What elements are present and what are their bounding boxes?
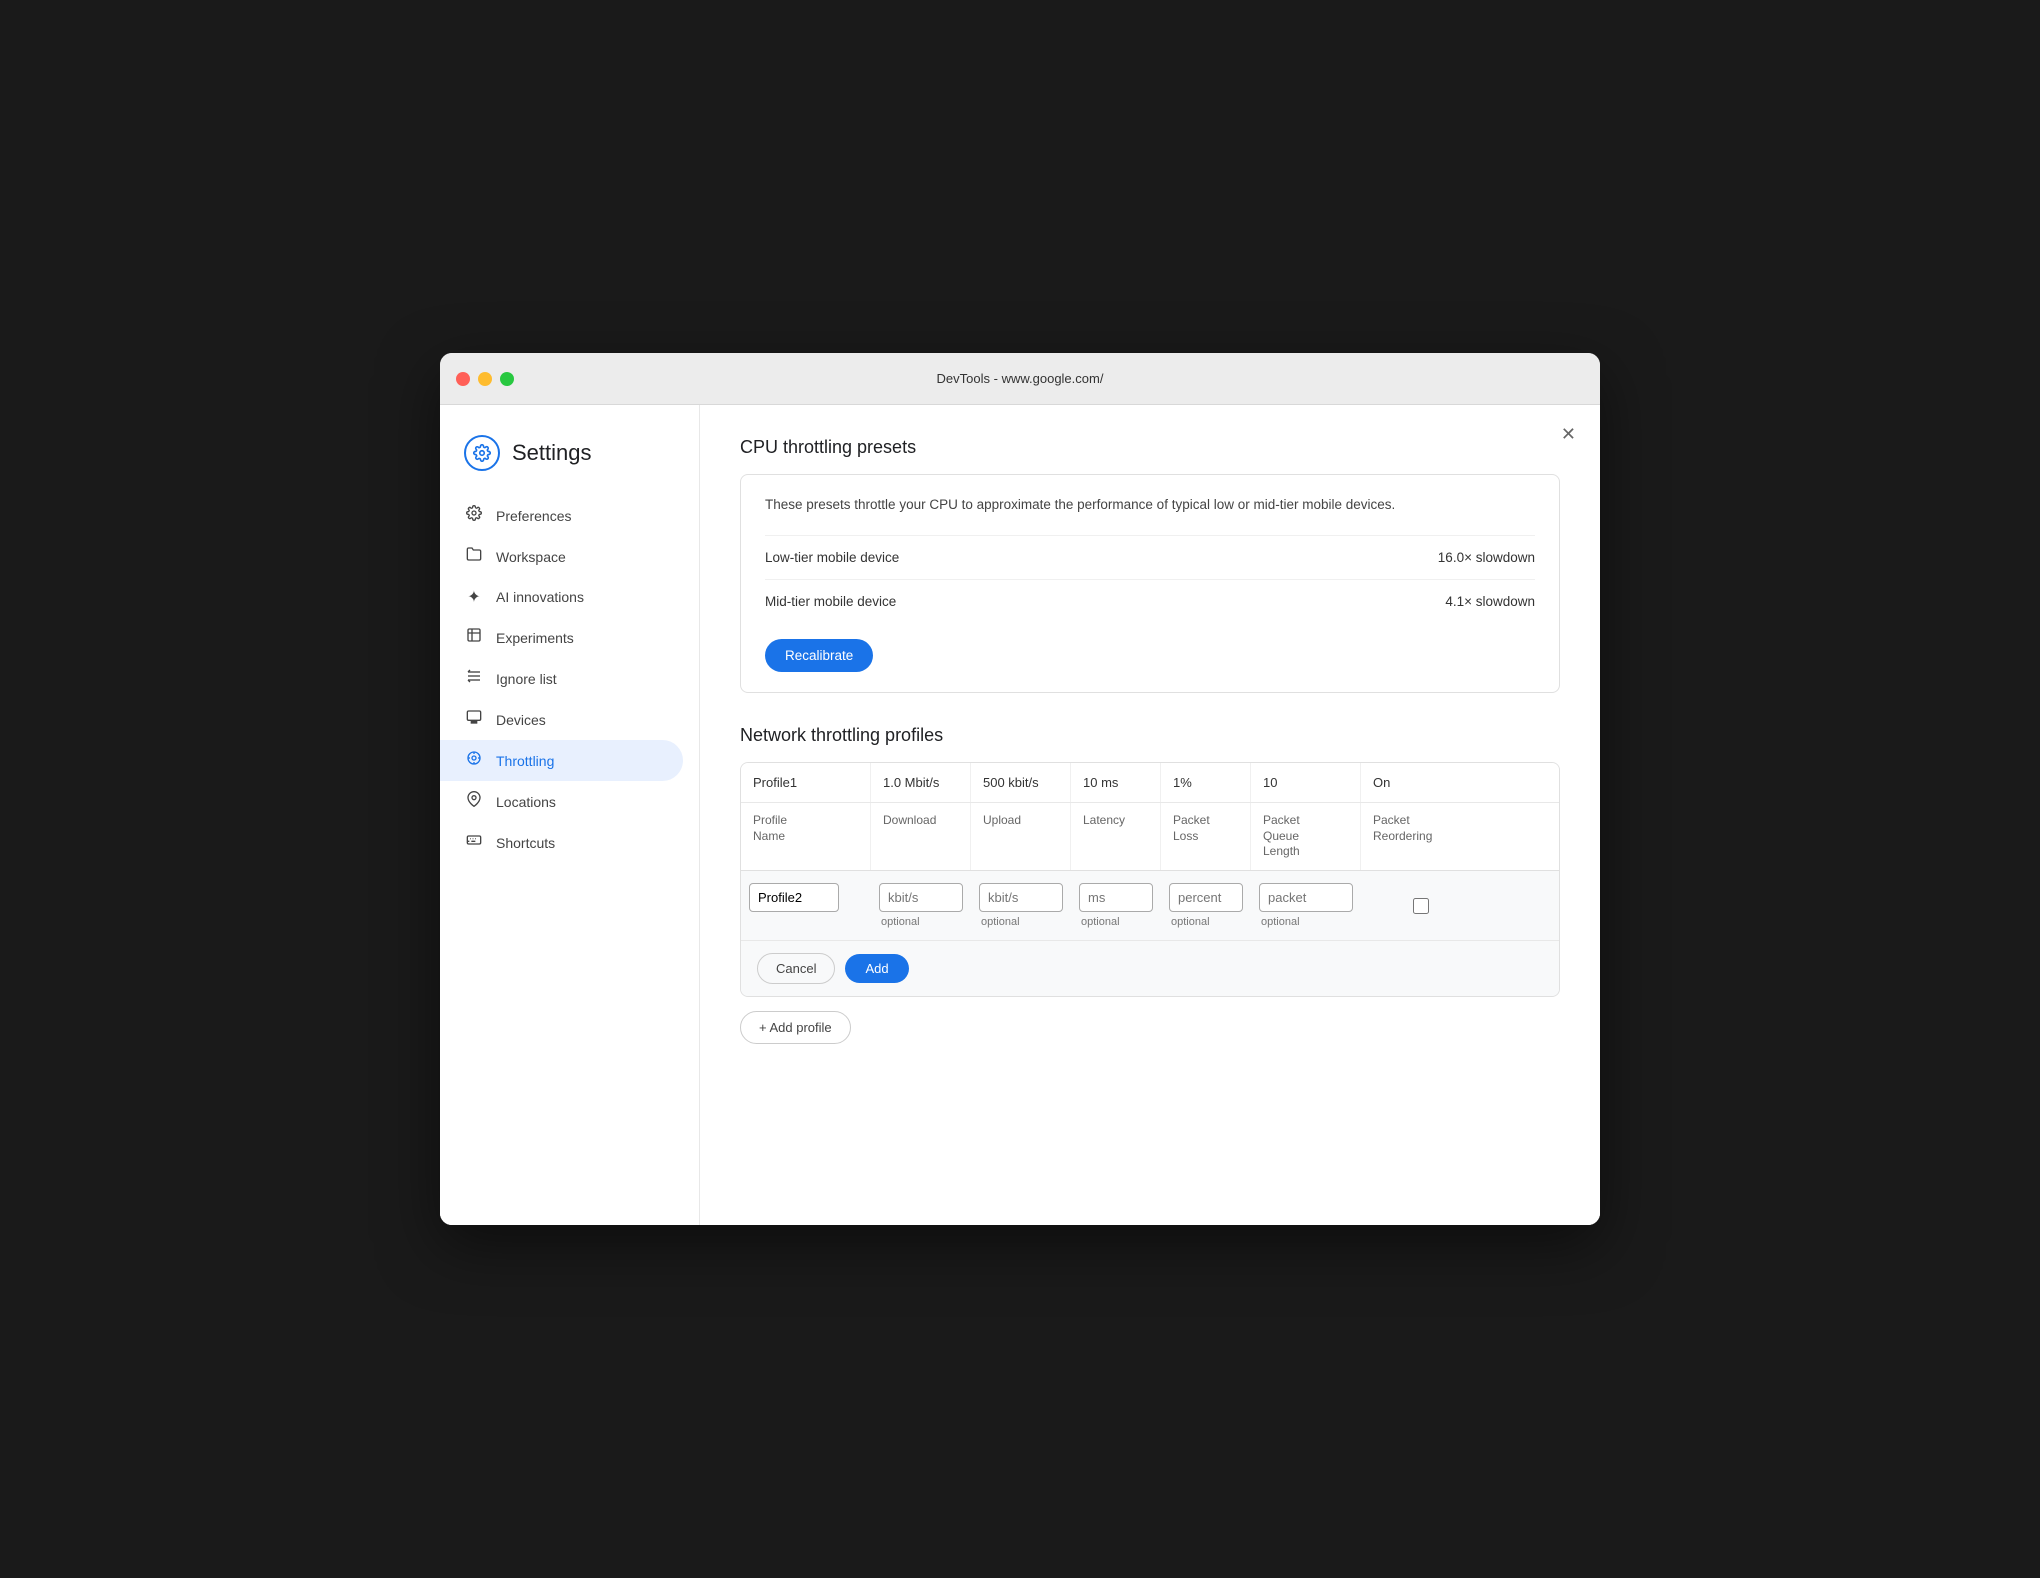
new-download-input[interactable] xyxy=(879,883,963,912)
packet-loss-optional: optional xyxy=(1169,916,1210,928)
action-row: Cancel Add xyxy=(741,941,1559,996)
ai-innovations-icon: ✦ xyxy=(464,587,484,607)
network-section: Network throttling profiles Profile1 1.0… xyxy=(740,725,1560,1044)
new-profile-name-cell xyxy=(741,879,871,932)
profile-header-row: Profile Name Download Upload Latency Pac… xyxy=(741,803,1559,871)
new-upload-input[interactable] xyxy=(979,883,1063,912)
header-packet-loss: Packet Loss xyxy=(1161,803,1251,870)
header-download: Download xyxy=(871,803,971,870)
maximize-traffic-light[interactable] xyxy=(500,372,514,386)
add-profile-button[interactable]: + Add profile xyxy=(740,1011,851,1044)
preferences-icon xyxy=(464,505,484,526)
shortcuts-icon xyxy=(464,832,484,853)
new-packet-queue-cell: optional xyxy=(1251,879,1361,932)
preset-value-low: 16.0× slowdown xyxy=(1438,550,1535,565)
existing-profile-row: Profile1 1.0 Mbit/s 500 kbit/s 10 ms 1% … xyxy=(741,763,1559,803)
devices-icon xyxy=(464,709,484,730)
new-latency-input[interactable] xyxy=(1079,883,1153,912)
sidebar-item-label: Locations xyxy=(496,794,556,810)
locations-icon xyxy=(464,791,484,812)
titlebar: DevTools - www.google.com/ xyxy=(440,353,1600,405)
header-profile-name: Profile Name xyxy=(741,803,871,870)
sidebar-item-throttling[interactable]: Throttling xyxy=(440,740,683,781)
new-latency-cell: optional xyxy=(1071,879,1161,932)
profile-upload-cell: 500 kbit/s xyxy=(971,763,1071,802)
new-packet-reordering-checkbox[interactable] xyxy=(1413,898,1429,914)
sidebar-item-preferences[interactable]: Preferences xyxy=(440,495,683,536)
sidebar-item-label: AI innovations xyxy=(496,589,584,605)
cancel-button[interactable]: Cancel xyxy=(757,953,835,984)
preset-value-mid: 4.1× slowdown xyxy=(1445,594,1535,609)
header-packet-queue: Packet Queue Length xyxy=(1251,803,1361,870)
sidebar-item-experiments[interactable]: Experiments xyxy=(440,617,683,658)
profile-name-cell: Profile1 xyxy=(741,763,871,802)
profile-download-cell: 1.0 Mbit/s xyxy=(871,763,971,802)
header-packet-reordering: Packet Reordering xyxy=(1361,803,1481,870)
sidebar-item-devices[interactable]: Devices xyxy=(440,699,683,740)
sidebar-item-workspace[interactable]: Workspace xyxy=(440,536,683,577)
preset-row-mid: Mid-tier mobile device 4.1× slowdown xyxy=(765,579,1535,623)
throttling-icon xyxy=(464,750,484,771)
recalibrate-button[interactable]: Recalibrate xyxy=(765,639,873,672)
packet-queue-optional: optional xyxy=(1259,916,1300,928)
download-optional: optional xyxy=(879,916,920,928)
window-body: Settings Preferences Workspace xyxy=(440,405,1600,1225)
sidebar-item-label: Throttling xyxy=(496,753,554,769)
sidebar-item-ai-innovations[interactable]: ✦ AI innovations xyxy=(440,577,683,617)
sidebar-title: Settings xyxy=(512,440,592,466)
sidebar: Settings Preferences Workspace xyxy=(440,405,700,1225)
sidebar-item-label: Ignore list xyxy=(496,671,557,687)
new-profile-name-input[interactable] xyxy=(749,883,839,912)
sidebar-item-shortcuts[interactable]: Shortcuts xyxy=(440,822,683,863)
sidebar-item-label: Shortcuts xyxy=(496,835,555,851)
experiments-icon xyxy=(464,627,484,648)
cpu-presets-description: These presets throttle your CPU to appro… xyxy=(765,495,1535,515)
network-section-title: Network throttling profiles xyxy=(740,725,1560,746)
upload-optional: optional xyxy=(979,916,1020,928)
preset-row-low: Low-tier mobile device 16.0× slowdown xyxy=(765,535,1535,579)
network-table: Profile1 1.0 Mbit/s 500 kbit/s 10 ms 1% … xyxy=(740,762,1560,997)
new-packet-loss-input[interactable] xyxy=(1169,883,1243,912)
preset-name-mid: Mid-tier mobile device xyxy=(765,594,896,609)
latency-optional: optional xyxy=(1079,916,1120,928)
sidebar-header: Settings xyxy=(440,425,699,495)
sidebar-item-locations[interactable]: Locations xyxy=(440,781,683,822)
header-upload: Upload xyxy=(971,803,1071,870)
header-latency: Latency xyxy=(1071,803,1161,870)
sidebar-item-label: Experiments xyxy=(496,630,574,646)
close-traffic-light[interactable] xyxy=(456,372,470,386)
new-packet-reordering-cell xyxy=(1361,879,1481,932)
profile-packet-reordering-cell: On xyxy=(1361,763,1481,802)
profile-packet-queue-cell: 10 xyxy=(1251,763,1361,802)
add-profile-row: optional optional optional optional xyxy=(741,871,1559,941)
sidebar-item-ignore-list[interactable]: Ignore list xyxy=(440,658,683,699)
preset-name-low: Low-tier mobile device xyxy=(765,550,899,565)
close-button[interactable]: ✕ xyxy=(1561,425,1576,443)
sidebar-item-label: Preferences xyxy=(496,508,571,524)
sidebar-item-label: Devices xyxy=(496,712,546,728)
devtools-window: DevTools - www.google.com/ Settings xyxy=(440,353,1600,1225)
cpu-section-title: CPU throttling presets xyxy=(740,437,1560,458)
minimize-traffic-light[interactable] xyxy=(478,372,492,386)
window-title: DevTools - www.google.com/ xyxy=(937,371,1104,386)
traffic-lights xyxy=(456,372,514,386)
profile-latency-cell: 10 ms xyxy=(1071,763,1161,802)
new-upload-cell: optional xyxy=(971,879,1071,932)
cpu-presets-box: These presets throttle your CPU to appro… xyxy=(740,474,1560,693)
new-packet-loss-cell: optional xyxy=(1161,879,1251,932)
new-packet-queue-input[interactable] xyxy=(1259,883,1353,912)
ignore-list-icon xyxy=(464,668,484,689)
settings-logo-icon xyxy=(464,435,500,471)
profile-packet-loss-cell: 1% xyxy=(1161,763,1251,802)
sidebar-item-label: Workspace xyxy=(496,549,566,565)
new-download-cell: optional xyxy=(871,879,971,932)
add-button[interactable]: Add xyxy=(845,954,908,983)
workspace-icon xyxy=(464,546,484,567)
main-content: ✕ CPU throttling presets These presets t… xyxy=(700,405,1600,1225)
